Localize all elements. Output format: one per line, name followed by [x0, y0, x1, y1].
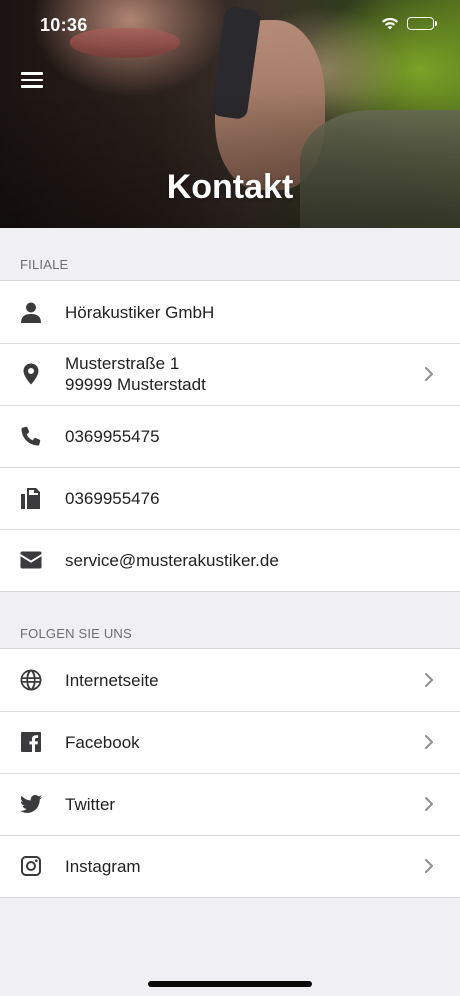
chevron-right-icon — [424, 858, 434, 874]
battery-icon — [407, 17, 437, 30]
chevron-right-icon — [424, 366, 434, 382]
hamburger-menu-icon[interactable] — [21, 72, 43, 90]
instagram-icon — [19, 854, 43, 878]
email-address: service@musterakustiker.de — [65, 550, 279, 570]
person-icon — [19, 300, 43, 324]
chevron-right-icon — [424, 672, 434, 688]
social-item-instagram[interactable]: Instagram — [0, 835, 460, 897]
chevron-right-icon — [424, 734, 434, 750]
section-header-social: FOLGEN SIE UNS — [20, 626, 132, 641]
fax-number: 0369955476 — [65, 488, 160, 508]
social-list: Internetseite Facebook Twitter Instagram — [0, 648, 460, 898]
chevron-right-icon — [424, 796, 434, 812]
header-hero-image: 10:36 Kontakt — [0, 0, 460, 228]
social-item-website[interactable]: Internetseite — [0, 649, 460, 711]
address-line1: Musterstraße 1 — [65, 354, 180, 373]
company-row: Hörakustiker GmbH — [0, 281, 460, 343]
globe-icon — [19, 668, 43, 692]
status-bar: 10:36 — [0, 0, 460, 50]
home-indicator[interactable] — [148, 981, 312, 987]
filiale-list: Hörakustiker GmbH Musterstraße 1 99999 M… — [0, 280, 460, 592]
company-name: Hörakustiker GmbH — [65, 302, 215, 322]
phone-icon — [19, 424, 43, 448]
social-item-label: Instagram — [65, 856, 141, 876]
address-text: Musterstraße 1 99999 Musterstadt — [65, 353, 206, 395]
wifi-icon — [380, 15, 400, 31]
location-pin-icon — [19, 362, 43, 386]
social-item-facebook[interactable]: Facebook — [0, 711, 460, 773]
address-line2: 99999 Musterstadt — [65, 375, 206, 394]
address-row[interactable]: Musterstraße 1 99999 Musterstadt — [0, 343, 460, 405]
phone-row[interactable]: 0369955475 — [0, 405, 460, 467]
page-title: Kontakt — [166, 168, 294, 206]
status-time: 10:36 — [40, 15, 88, 35]
social-item-twitter[interactable]: Twitter — [0, 773, 460, 835]
twitter-icon — [19, 792, 43, 816]
section-header-filiale: FILIALE — [20, 257, 69, 272]
social-item-label: Internetseite — [65, 670, 159, 690]
facebook-icon — [19, 730, 43, 754]
social-item-label: Twitter — [65, 794, 116, 814]
fax-row[interactable]: 0369955476 — [0, 467, 460, 529]
envelope-icon — [19, 548, 43, 572]
phone-number: 0369955475 — [65, 426, 160, 446]
email-row[interactable]: service@musterakustiker.de — [0, 529, 460, 591]
fax-icon — [19, 486, 43, 510]
social-item-label: Facebook — [65, 732, 140, 752]
